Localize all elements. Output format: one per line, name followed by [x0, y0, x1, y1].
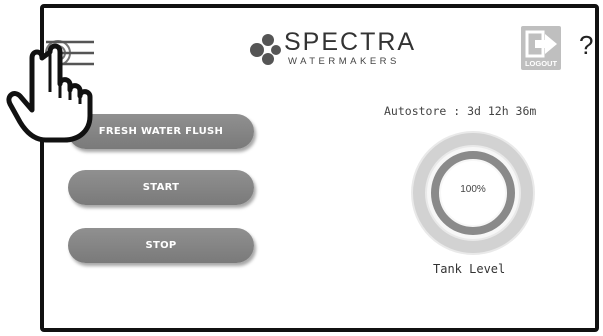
autostore-timer: Autostore : 3d 12h 36m — [384, 104, 537, 118]
spectra-logo-icon — [250, 34, 281, 65]
logout-label: LOGOUT — [524, 59, 558, 68]
help-button[interactable]: ? — [579, 30, 593, 60]
pointing-hand-icon — [6, 43, 93, 143]
logout-icon — [525, 30, 557, 58]
logout-button[interactable]: LOGOUT — [521, 26, 561, 70]
start-button[interactable]: START — [68, 170, 254, 205]
stop-button[interactable]: STOP — [68, 228, 254, 263]
brand-subtitle: WATERMAKERS — [288, 56, 400, 67]
brand-name: SPECTRA — [284, 28, 417, 56]
tank-level-label: Tank Level — [433, 262, 506, 276]
tank-level-percent: 100% — [460, 184, 486, 195]
tank-level-gauge: 100% — [408, 128, 538, 258]
brand-logo: SPECTRA WATERMAKERS — [248, 28, 428, 70]
